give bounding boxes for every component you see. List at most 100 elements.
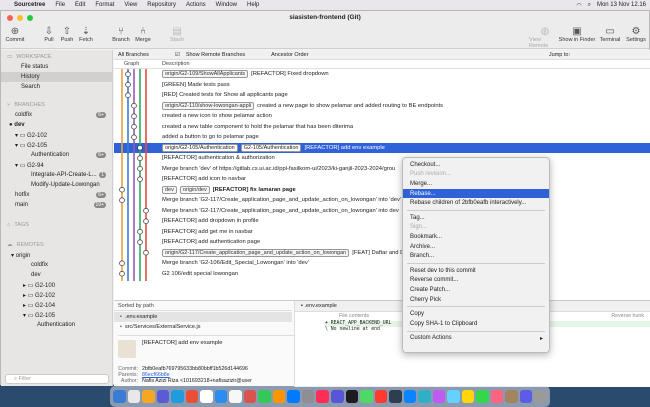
- dock-app-icon[interactable]: [316, 390, 329, 403]
- dock-app-icon[interactable]: [127, 390, 141, 403]
- tags-header[interactable]: ⌂ TAGS: [1, 218, 112, 230]
- merge-button[interactable]: ⑃ Merge: [129, 25, 157, 44]
- dock-app-icon[interactable]: [113, 390, 126, 403]
- commit-row[interactable]: dev origin/dev [REFACTOR] fix lamaran page: [114, 185, 650, 196]
- commit-node[interactable]: [125, 92, 131, 99]
- context-menu-item[interactable]: Reverse commit...: [403, 276, 549, 286]
- commit-row[interactable]: [REFACTOR] add authentication page: [114, 237, 650, 248]
- dock-app-icon[interactable]: [301, 390, 315, 403]
- sidebar-remote-folder[interactable]: ▸ ▭ G2-102: [1, 290, 112, 300]
- commit-node[interactable]: [131, 113, 137, 119]
- sidebar-branch[interactable]: Modify-Update-Lowongan: [1, 180, 112, 190]
- graph-column-header[interactable]: Graph: [114, 61, 162, 67]
- file-list-item[interactable]: ▪ .env.example: [114, 312, 292, 322]
- dock-app-icon[interactable]: [403, 390, 417, 403]
- commit-row[interactable]: added a button to go to pelamar page: [114, 132, 650, 143]
- commit-node[interactable]: [125, 71, 131, 77]
- dock-app-icon[interactable]: [534, 390, 547, 403]
- sidebar-branch-folder[interactable]: ▾ ▭ G2-94: [1, 160, 112, 170]
- context-menu-item[interactable]: Sign...: [403, 223, 549, 233]
- description-column-header[interactable]: Description: [162, 61, 190, 67]
- dock-app-icon[interactable]: [418, 390, 431, 403]
- dock-app-icon[interactable]: [345, 390, 359, 403]
- commit-node[interactable]: [137, 144, 143, 151]
- commit-node[interactable]: [137, 155, 143, 161]
- commit-node[interactable]: [119, 270, 125, 277]
- commit-node[interactable]: [119, 197, 125, 204]
- all-branches-dropdown[interactable]: All Branches: [118, 52, 169, 58]
- dock-app-icon[interactable]: [505, 390, 518, 403]
- menu-repository[interactable]: Repository: [147, 2, 176, 8]
- show-remote-checkbox[interactable]: ☑: [175, 52, 180, 58]
- sidebar-branch[interactable]: main 19+: [1, 200, 112, 210]
- sidebar-remote-folder[interactable]: ▾ ▭ G2-105: [1, 310, 112, 320]
- dock-app-icon[interactable]: [476, 390, 489, 403]
- sidebar-remote-folder[interactable]: ▸ ▭ G2-100: [1, 280, 112, 290]
- dock-app-icon[interactable]: [171, 390, 184, 403]
- commit-row[interactable]: [GREEN] Made tests pass: [114, 80, 650, 91]
- context-menu-item[interactable]: Tag...: [403, 213, 549, 223]
- commit-node[interactable]: [137, 239, 143, 246]
- commit-node[interactable]: [137, 165, 143, 172]
- commit-node[interactable]: [131, 134, 137, 140]
- sidebar-remote-branch[interactable]: coldfix: [1, 260, 112, 270]
- commit-row[interactable]: [REFACTOR] add get me in navbar: [114, 227, 650, 238]
- context-menu-item[interactable]: Copy: [403, 309, 549, 319]
- commit-node[interactable]: [125, 81, 131, 88]
- dock-app-icon[interactable]: [287, 390, 300, 403]
- settings-button[interactable]: ⚙ Settings: [622, 25, 650, 44]
- commit-node[interactable]: [143, 218, 149, 225]
- commit-node[interactable]: [137, 228, 143, 235]
- sidebar-item-file-status[interactable]: File status: [1, 62, 112, 72]
- dock-app-icon[interactable]: [330, 390, 344, 403]
- stash-button[interactable]: ▤ Stash: [163, 25, 191, 44]
- menu-format[interactable]: Format: [95, 2, 114, 8]
- context-menu-item[interactable]: Push revision...: [403, 170, 549, 180]
- sidebar-branch[interactable]: Integrate-API-Create-L... 1: [1, 170, 112, 180]
- commit-node[interactable]: [131, 102, 137, 109]
- commit-row[interactable]: created a new icon to show pelamar actio…: [114, 111, 650, 122]
- wifi-icon[interactable]: ◠: [576, 2, 581, 9]
- order-dropdown[interactable]: Ancestor Order: [271, 52, 328, 58]
- sidebar-branch-folder[interactable]: ▾ ▭ G2-105: [1, 140, 112, 150]
- dock-app-icon[interactable]: [389, 390, 402, 403]
- commit-node[interactable]: [143, 249, 149, 256]
- dock-app-icon[interactable]: [243, 390, 257, 403]
- dock-app-icon[interactable]: [272, 390, 286, 403]
- app-menu[interactable]: Sourcetree: [14, 2, 45, 8]
- dock-app-icon[interactable]: [490, 390, 504, 403]
- terminal-button[interactable]: ▭ Terminal: [595, 25, 625, 44]
- menu-window[interactable]: Window: [216, 2, 237, 8]
- context-menu-item[interactable]: Rebase children of 2bfb0eafb interactive…: [403, 198, 549, 208]
- context-menu-item[interactable]: Cherry Pick: [403, 295, 549, 305]
- menu-actions[interactable]: Actions: [186, 2, 206, 8]
- sidebar-branch-current[interactable]: ● dev: [1, 120, 112, 130]
- commit-row[interactable]: origin/G2-117/Create_application_page_an…: [114, 248, 650, 259]
- context-menu-item[interactable]: Archive...: [403, 242, 549, 252]
- dock-app-icon[interactable]: [447, 390, 460, 403]
- clock[interactable]: Mon 13 Nov 12.16: [597, 2, 646, 8]
- sidebar-remote-branch[interactable]: Authentication: [1, 320, 112, 330]
- commit-row[interactable]: G2 106/edit special lowongan: [114, 269, 650, 280]
- dock-app-icon[interactable]: [461, 390, 475, 403]
- show-in-finder-button[interactable]: ▣ Show in Finder: [557, 25, 597, 44]
- dock-app-icon[interactable]: [200, 390, 213, 403]
- context-menu-item[interactable]: Bookmark...: [403, 232, 549, 242]
- context-menu-item[interactable]: Branch...: [403, 251, 549, 261]
- commit-row[interactable]: [RED] Created tests for Show all applica…: [114, 90, 650, 101]
- commit-node[interactable]: [131, 123, 137, 130]
- reverse-hunk-button[interactable]: Reverse hunk: [611, 313, 644, 321]
- sort-dropdown[interactable]: Sorted by path: [114, 301, 292, 311]
- search-icon[interactable]: ⌕: [588, 2, 591, 9]
- sidebar-remote-folder[interactable]: ▸ ▭ G2-104: [1, 300, 112, 310]
- sidebar-filter-input[interactable]: ⌕ Filter: [5, 374, 109, 384]
- dock-app-icon[interactable]: [214, 390, 228, 403]
- sidebar-branch[interactable]: Authentication 6+: [1, 150, 112, 160]
- commit-row[interactable]: [REFACTOR] add icon to navbar: [114, 174, 650, 185]
- commit-node[interactable]: [119, 186, 125, 193]
- dock-app-icon[interactable]: [360, 390, 373, 403]
- commit-row[interactable]: [REFACTOR] add dropdown in profile: [114, 216, 650, 227]
- commit-button[interactable]: ⊕ Commit: [1, 25, 29, 44]
- context-menu-item[interactable]: Checkout...: [403, 160, 549, 170]
- commit-row[interactable]: origin/G2-105/Authentication G2-105/Authe…: [114, 142, 650, 153]
